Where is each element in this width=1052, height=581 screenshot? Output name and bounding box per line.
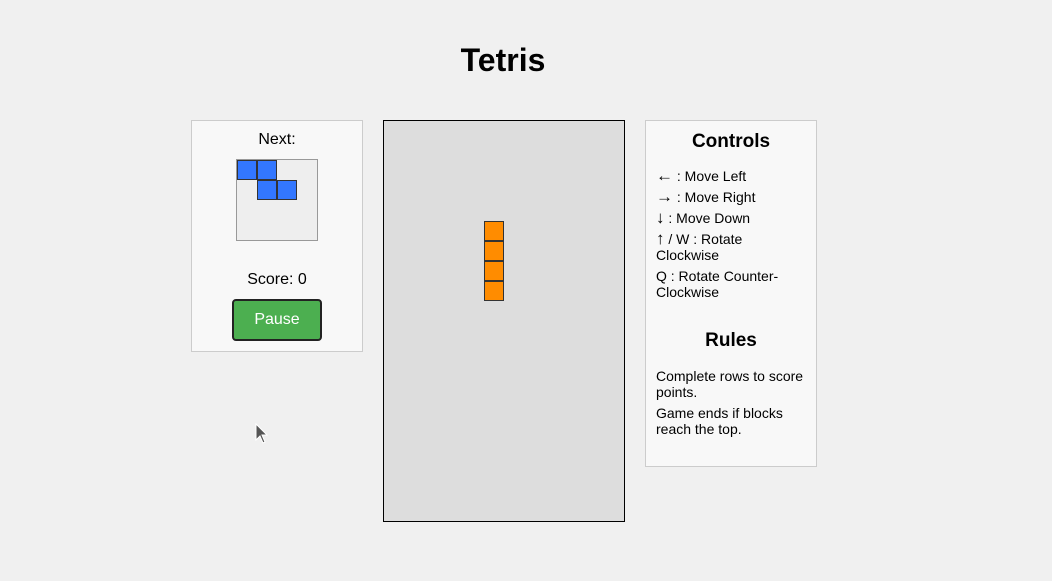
- control-key: ↓: [656, 208, 665, 227]
- mouse-pointer-icon: [255, 422, 269, 450]
- control-item: Q : Rotate Counter-Clockwise: [656, 268, 808, 300]
- active-piece-block: [484, 281, 504, 301]
- rule-item: Complete rows to score points.: [656, 368, 804, 400]
- next-piece-block: [257, 180, 277, 200]
- control-description: Q : Rotate Counter-Clockwise: [656, 268, 779, 300]
- score-value: 0: [297, 271, 307, 288]
- control-description: : Move Left: [673, 168, 747, 184]
- score-display: Score: 0: [192, 271, 362, 289]
- next-piece-block: [257, 160, 277, 180]
- active-piece-block: [484, 261, 504, 281]
- control-item: ↑ / W : Rotate Clockwise: [656, 229, 808, 263]
- next-piece-preview: [236, 159, 318, 241]
- control-description: / W : Rotate Clockwise: [656, 231, 743, 263]
- control-key: →: [656, 187, 673, 206]
- help-panel: Controls ← : Move Left → : Move Right ↓ : …: [645, 120, 817, 467]
- game-board[interactable]: [383, 120, 625, 522]
- controls-list: ← : Move Left → : Move Right ↓ : Move Down…: [656, 166, 808, 305]
- next-label: Next:: [258, 131, 296, 148]
- pause-button[interactable]: Pause: [232, 299, 322, 341]
- controls-heading: Controls: [691, 131, 771, 152]
- control-key: ←: [656, 166, 673, 185]
- active-piece-block: [484, 221, 504, 241]
- next-piece-block: [237, 160, 257, 180]
- rule-item: Game ends if blocks reach the top.: [656, 405, 783, 437]
- rules-heading: Rules: [705, 330, 757, 351]
- control-item: → : Move Right: [656, 187, 808, 206]
- next-piece-block: [277, 180, 297, 200]
- page-title: Tetris: [460, 42, 546, 78]
- info-panel: Next: Score: 0 Pause: [191, 120, 363, 352]
- active-piece-block: [484, 241, 504, 261]
- control-description: : Move Right: [673, 189, 756, 205]
- control-description: : Move Down: [664, 210, 751, 226]
- control-item: ↓ : Move Down: [656, 208, 808, 227]
- rules-list: Complete rows to score points. Game ends …: [656, 368, 806, 442]
- score-label: Score:: [247, 271, 298, 288]
- control-item: ← : Move Left: [656, 166, 808, 185]
- control-key: ↑: [656, 229, 665, 248]
